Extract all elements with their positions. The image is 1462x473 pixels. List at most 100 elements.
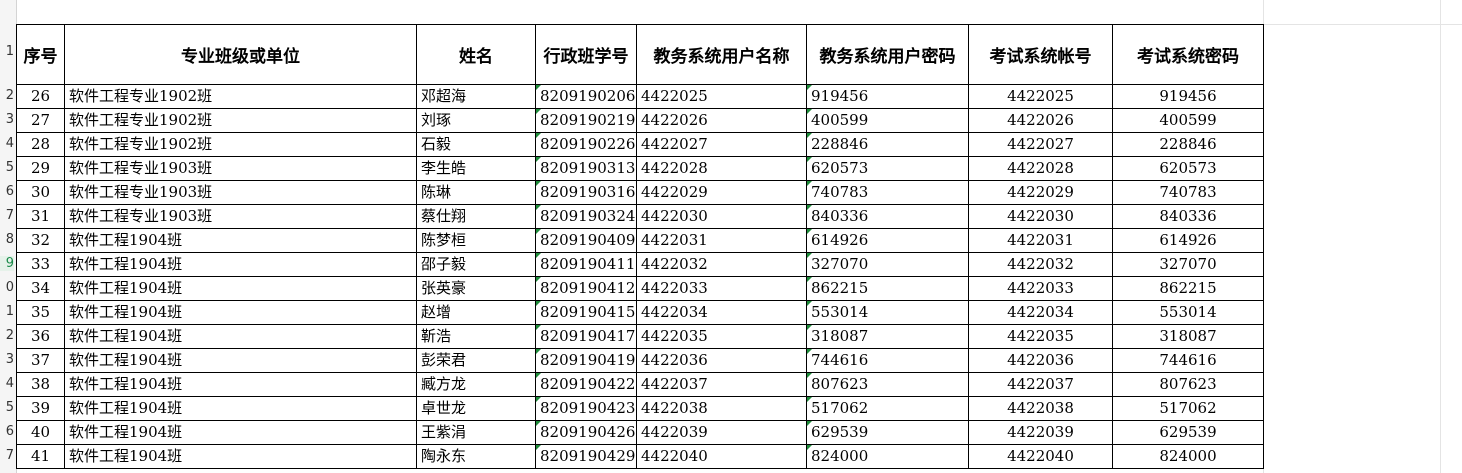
cell-name[interactable]: 李生皓 [416, 156, 536, 181]
header-edu-password[interactable]: 教务系统用户密码 [806, 24, 969, 85]
cell-edu-password[interactable]: 862215 [806, 276, 969, 301]
row-number[interactable]: 7 [0, 208, 14, 223]
cell-edu-username[interactable]: 4422033 [636, 276, 807, 301]
cell-exam-account[interactable]: 4422027 [968, 132, 1113, 157]
row-number[interactable]: 0 [0, 280, 14, 295]
cell-seq[interactable]: 31 [16, 204, 65, 229]
cell-edu-username[interactable]: 4422028 [636, 156, 807, 181]
cell-exam-account[interactable]: 4422038 [968, 396, 1113, 421]
cell-edu-username[interactable]: 4422039 [636, 420, 807, 445]
cell-edu-username[interactable]: 4422031 [636, 228, 807, 253]
cell-seq[interactable]: 28 [16, 132, 65, 157]
cell-student-id[interactable]: 8209190206 [535, 84, 637, 109]
cell-student-id[interactable]: 8209190426 [535, 420, 637, 445]
row-number[interactable]: 6 [0, 424, 14, 439]
cell-class[interactable]: 软件工程专业1902班 [64, 108, 417, 133]
cell-student-id[interactable]: 8209190419 [535, 348, 637, 373]
cell-exam-password[interactable]: 744616 [1112, 348, 1264, 373]
cell-edu-username[interactable]: 4422036 [636, 348, 807, 373]
cell-seq[interactable]: 32 [16, 228, 65, 253]
cell-exam-password[interactable]: 629539 [1112, 420, 1264, 445]
cell-seq[interactable]: 37 [16, 348, 65, 373]
cell-edu-username[interactable]: 4422027 [636, 132, 807, 157]
cell-name[interactable]: 邓超海 [416, 84, 536, 109]
cell-edu-password[interactable]: 553014 [806, 300, 969, 325]
cell-seq[interactable]: 26 [16, 84, 65, 109]
cell-edu-username[interactable]: 4422034 [636, 300, 807, 325]
cell-edu-password[interactable]: 744616 [806, 348, 969, 373]
row-number[interactable]: 7 [0, 448, 14, 463]
header-exam-account[interactable]: 考试系统帐号 [968, 24, 1113, 85]
cell-exam-account[interactable]: 4422033 [968, 276, 1113, 301]
row-number[interactable]: 3 [0, 112, 14, 127]
cell-class[interactable]: 软件工程1904班 [64, 444, 417, 469]
row-number[interactable]: 2 [0, 328, 14, 343]
cell-seq[interactable]: 40 [16, 420, 65, 445]
cell-edu-password[interactable]: 807623 [806, 372, 969, 397]
cell-exam-password[interactable]: 553014 [1112, 300, 1264, 325]
header-name[interactable]: 姓名 [416, 24, 536, 85]
cell-edu-password[interactable]: 629539 [806, 420, 969, 445]
cell-seq[interactable]: 34 [16, 276, 65, 301]
cell-name[interactable]: 臧方龙 [416, 372, 536, 397]
cell-student-id[interactable]: 8209190316 [535, 180, 637, 205]
cell-exam-password[interactable]: 862215 [1112, 276, 1264, 301]
cell-student-id[interactable]: 8209190415 [535, 300, 637, 325]
row-number[interactable]: 1 [0, 304, 14, 319]
cell-edu-password[interactable]: 517062 [806, 396, 969, 421]
cell-student-id[interactable]: 8209190429 [535, 444, 637, 469]
cell-exam-account[interactable]: 4422040 [968, 444, 1113, 469]
cell-seq[interactable]: 36 [16, 324, 65, 349]
cell-seq[interactable]: 30 [16, 180, 65, 205]
cell-edu-password[interactable]: 824000 [806, 444, 969, 469]
cell-class[interactable]: 软件工程1904班 [64, 396, 417, 421]
cell-name[interactable]: 靳浩 [416, 324, 536, 349]
cell-seq[interactable]: 29 [16, 156, 65, 181]
cell-exam-password[interactable]: 620573 [1112, 156, 1264, 181]
cell-exam-account[interactable]: 4422032 [968, 252, 1113, 277]
cell-exam-password[interactable]: 840336 [1112, 204, 1264, 229]
cell-exam-password[interactable]: 318087 [1112, 324, 1264, 349]
cell-edu-password[interactable]: 840336 [806, 204, 969, 229]
cell-name[interactable]: 邵子毅 [416, 252, 536, 277]
cell-student-id[interactable]: 8209190219 [535, 108, 637, 133]
cell-exam-password[interactable]: 327070 [1112, 252, 1264, 277]
cell-name[interactable]: 蔡仕翔 [416, 204, 536, 229]
cell-edu-password[interactable]: 620573 [806, 156, 969, 181]
cell-edu-password[interactable]: 318087 [806, 324, 969, 349]
cell-exam-account[interactable]: 4422026 [968, 108, 1113, 133]
cell-class[interactable]: 软件工程专业1903班 [64, 204, 417, 229]
row-number[interactable]: 2 [0, 88, 14, 103]
cell-exam-account[interactable]: 4422025 [968, 84, 1113, 109]
cell-edu-username[interactable]: 4422032 [636, 252, 807, 277]
cell-exam-password[interactable]: 400599 [1112, 108, 1264, 133]
header-exam-password[interactable]: 考试系统密码 [1112, 24, 1264, 85]
cell-student-id[interactable]: 8209190412 [535, 276, 637, 301]
cell-edu-password[interactable]: 919456 [806, 84, 969, 109]
cell-edu-username[interactable]: 4422038 [636, 396, 807, 421]
header-class[interactable]: 专业班级或单位 [64, 24, 417, 85]
cell-exam-account[interactable]: 4422036 [968, 348, 1113, 373]
cell-edu-username[interactable]: 4422025 [636, 84, 807, 109]
cell-exam-password[interactable]: 740783 [1112, 180, 1264, 205]
cell-exam-password[interactable]: 807623 [1112, 372, 1264, 397]
header-seq[interactable]: 序号 [16, 24, 65, 85]
cell-exam-password[interactable]: 614926 [1112, 228, 1264, 253]
row-number[interactable]: 9 [0, 256, 14, 271]
cell-edu-password[interactable]: 327070 [806, 252, 969, 277]
cell-class[interactable]: 软件工程1904班 [64, 228, 417, 253]
cell-edu-username[interactable]: 4422035 [636, 324, 807, 349]
cell-edu-password[interactable]: 228846 [806, 132, 969, 157]
header-student-id[interactable]: 行政班学号 [535, 24, 637, 85]
cell-edu-username[interactable]: 4422030 [636, 204, 807, 229]
row-number[interactable]: 5 [0, 400, 14, 415]
cell-exam-account[interactable]: 4422028 [968, 156, 1113, 181]
cell-student-id[interactable]: 8209190324 [535, 204, 637, 229]
cell-name[interactable]: 张英豪 [416, 276, 536, 301]
cell-exam-account[interactable]: 4422037 [968, 372, 1113, 397]
row-number[interactable]: 8 [0, 232, 14, 247]
cell-seq[interactable]: 41 [16, 444, 65, 469]
cell-exam-password[interactable]: 517062 [1112, 396, 1264, 421]
cell-student-id[interactable]: 8209190313 [535, 156, 637, 181]
cell-class[interactable]: 软件工程1904班 [64, 372, 417, 397]
